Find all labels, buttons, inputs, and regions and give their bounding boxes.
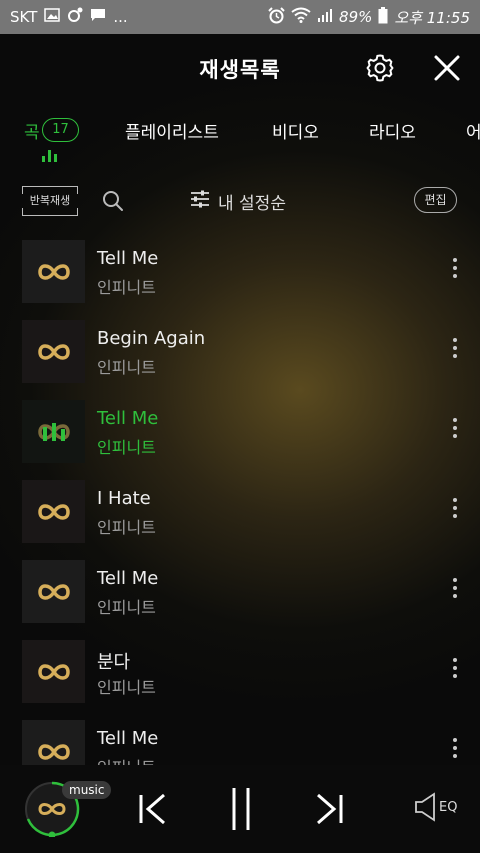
tab-more[interactable]: 어 <box>466 118 480 143</box>
more-options-icon[interactable] <box>450 658 460 682</box>
more-options-icon[interactable] <box>450 738 460 762</box>
speaker-icon <box>415 792 435 822</box>
message-icon <box>90 8 106 26</box>
more-options-icon[interactable] <box>450 418 460 442</box>
song-title: Tell Me <box>97 728 159 749</box>
tab-songs[interactable]: 곡 <box>24 118 40 143</box>
song-title: I Hate <box>97 488 151 509</box>
list-toolbar: 반복재생 내 설정순 편집 <box>0 180 480 224</box>
song-title: Tell Me <box>97 408 159 429</box>
album-art <box>22 240 85 303</box>
more-notifications: ... <box>113 8 128 26</box>
clock: 오후 11:55 <box>394 8 470 27</box>
list-item[interactable]: Tell Me 인피니트 <box>0 230 480 310</box>
equalizer-button[interactable]: EQ <box>414 792 457 822</box>
previous-track-icon[interactable] <box>138 793 168 829</box>
carrier-label: SKT <box>10 8 38 26</box>
sort-button[interactable]: 내 설정순 <box>190 189 286 214</box>
song-title: 분다 <box>97 652 131 673</box>
album-art <box>22 640 85 703</box>
song-artist: 인피니트 <box>97 438 156 457</box>
repeat-button[interactable]: 반복재생 <box>22 186 78 216</box>
status-bar: SKT ... 89% 오후 11:55 <box>0 0 480 34</box>
song-artist: 인피니트 <box>97 278 156 297</box>
gallery-icon <box>44 8 61 26</box>
more-options-icon[interactable] <box>450 498 460 522</box>
signal-icon <box>317 7 333 27</box>
more-options-icon[interactable] <box>450 338 460 362</box>
song-title: Tell Me <box>97 248 159 269</box>
tab-videos[interactable]: 비디오 <box>272 118 319 143</box>
album-art <box>22 480 85 543</box>
tab-playlists[interactable]: 플레이리스트 <box>125 118 219 143</box>
mini-player: music EQ <box>0 765 480 853</box>
tab-radio[interactable]: 라디오 <box>369 118 416 143</box>
song-artist: 인피니트 <box>97 598 156 617</box>
pause-icon[interactable] <box>229 787 253 835</box>
page-title: 재생목록 <box>199 58 281 82</box>
search-icon[interactable] <box>101 189 125 213</box>
app-label: music <box>62 781 112 799</box>
close-icon[interactable] <box>432 53 462 83</box>
now-playing-bars-icon <box>42 422 65 441</box>
battery-percent: 89% <box>339 8 373 26</box>
song-artist: 인피니트 <box>97 754 156 765</box>
edit-button[interactable]: 편집 <box>414 187 457 213</box>
song-artist: 인피니트 <box>97 678 156 697</box>
list-item[interactable]: Tell Me 인피니트 <box>0 550 480 630</box>
album-art <box>22 320 85 383</box>
album-art <box>22 720 85 765</box>
sort-label: 내 설정순 <box>218 194 286 214</box>
more-options-icon[interactable] <box>450 578 460 602</box>
song-artist: 인피니트 <box>97 358 156 377</box>
battery-icon <box>378 6 388 28</box>
album-art <box>22 400 85 463</box>
next-track-icon[interactable] <box>314 793 344 829</box>
song-title: Begin Again <box>97 328 206 349</box>
sliders-icon <box>190 189 210 214</box>
gear-icon[interactable] <box>365 53 395 83</box>
list-item-playing[interactable]: Tell Me 인피니트 <box>0 390 480 470</box>
song-count-badge: 17 <box>42 118 79 142</box>
now-playing-bars-icon <box>42 150 57 162</box>
header: 재생목록 <box>0 34 480 100</box>
list-item[interactable]: 분다 인피니트 <box>0 630 480 710</box>
list-item[interactable]: I Hate 인피니트 <box>0 470 480 550</box>
wifi-icon <box>291 7 311 27</box>
sync-icon <box>67 7 83 27</box>
eq-label: EQ <box>439 799 458 815</box>
album-art <box>22 560 85 623</box>
song-list: Tell Me 인피니트 Begin Again 인피니트 Tell Me 인피… <box>0 230 480 765</box>
song-title: Tell Me <box>97 568 159 589</box>
alarm-icon <box>268 6 285 28</box>
more-options-icon[interactable] <box>450 258 460 282</box>
song-artist: 인피니트 <box>97 518 156 537</box>
list-item[interactable]: Begin Again 인피니트 <box>0 310 480 390</box>
tab-bar: 곡 17 플레이리스트 비디오 라디오 어 <box>0 110 480 170</box>
list-item[interactable]: Tell Me 인피니트 <box>0 710 480 765</box>
